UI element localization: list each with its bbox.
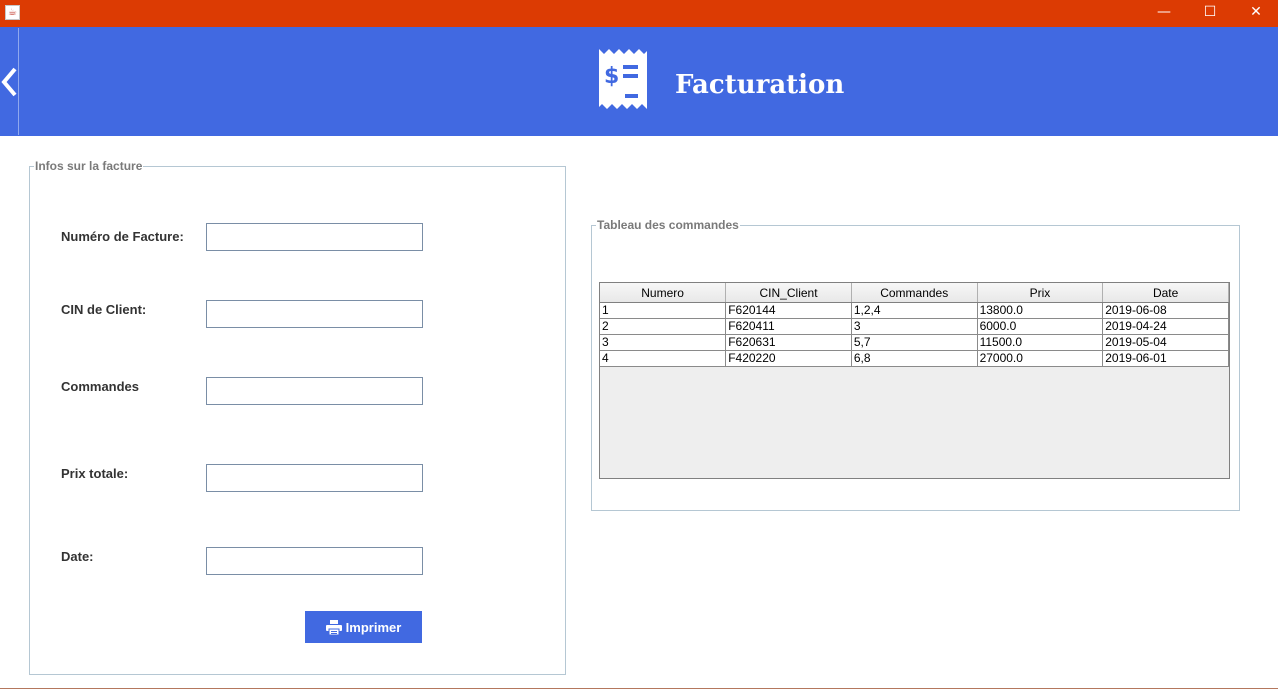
table-cell[interactable]: 27000.0 <box>977 350 1104 367</box>
table-cell[interactable]: 1,2,4 <box>851 302 978 319</box>
client-cin-input[interactable] <box>206 300 423 328</box>
table-cell[interactable]: 2019-05-04 <box>1102 334 1229 351</box>
table-cell[interactable]: F620411 <box>725 318 852 335</box>
window-bottom-border <box>0 688 1278 689</box>
table-cell[interactable]: 4 <box>600 350 727 367</box>
total-price-label: Prix totale: <box>61 466 129 481</box>
table-cell[interactable]: 5,7 <box>851 334 978 351</box>
orders-table-scrollpane[interactable]: Numero CIN_Client Commandes Prix Date 1 … <box>599 282 1230 479</box>
table-cell[interactable]: F620144 <box>725 302 852 319</box>
printer-icon <box>325 619 342 635</box>
table-row[interactable]: 2 F620411 3 6000.0 2019-04-24 <box>600 318 1229 335</box>
table-cell[interactable]: 6000.0 <box>977 318 1104 335</box>
column-header-commandes[interactable]: Commandes <box>851 283 978 303</box>
close-button[interactable]: ✕ <box>1233 0 1278 27</box>
page-title: Facturation <box>675 70 845 100</box>
table-cell[interactable]: 2019-04-24 <box>1102 318 1229 335</box>
column-header-cin-client[interactable]: CIN_Client <box>725 283 852 303</box>
table-cell[interactable]: 2 <box>600 318 727 335</box>
java-app-icon: ☕ <box>5 5 20 20</box>
receipt-dollar-icon: $ <box>599 49 647 109</box>
table-cell[interactable]: F620631 <box>725 334 852 351</box>
table-row[interactable]: 3 F620631 5,7 11500.0 2019-05-04 <box>600 334 1229 351</box>
chevron-left-icon <box>1 67 17 97</box>
table-cell[interactable]: 13800.0 <box>977 302 1104 319</box>
table-cell[interactable]: 6,8 <box>851 350 978 367</box>
table-cell[interactable]: 1 <box>600 302 727 319</box>
svg-text:$: $ <box>604 64 619 89</box>
column-header-prix[interactable]: Prix <box>977 283 1104 303</box>
table-cell[interactable]: 2019-06-01 <box>1102 350 1229 367</box>
print-button[interactable]: Imprimer <box>305 611 422 643</box>
table-cell[interactable]: F420220 <box>725 350 852 367</box>
table-header-row: Numero CIN_Client Commandes Prix Date <box>600 283 1229 303</box>
back-button[interactable] <box>0 28 19 135</box>
table-row[interactable]: 4 F420220 6,8 27000.0 2019-06-01 <box>600 350 1229 367</box>
date-label: Date: <box>61 549 94 564</box>
print-button-label: Imprimer <box>345 619 402 635</box>
orders-input[interactable] <box>206 377 423 405</box>
column-header-numero[interactable]: Numero <box>600 283 727 303</box>
window-titlebar: ☕ — ☐ ✕ <box>0 0 1278 27</box>
invoice-number-label: Numéro de Facture: <box>61 229 184 244</box>
invoice-number-input[interactable] <box>206 223 423 251</box>
orders-table[interactable]: Numero CIN_Client Commandes Prix Date 1 … <box>600 283 1229 367</box>
table-row[interactable]: 1 F620144 1,2,4 13800.0 2019-06-08 <box>600 302 1229 319</box>
client-cin-label: CIN de Client: <box>61 302 147 317</box>
column-header-date[interactable]: Date <box>1102 283 1229 303</box>
table-cell[interactable]: 3 <box>600 334 727 351</box>
orders-table-legend: Tableau des commandes <box>596 218 740 232</box>
date-input[interactable] <box>206 547 423 575</box>
total-price-input[interactable] <box>206 464 423 492</box>
orders-label: Commandes <box>61 379 140 394</box>
table-cell[interactable]: 2019-06-08 <box>1102 302 1229 319</box>
invoice-info-legend: Infos sur la facture <box>34 159 144 173</box>
minimize-button[interactable]: — <box>1141 0 1187 27</box>
table-cell[interactable]: 3 <box>851 318 978 335</box>
maximize-button[interactable]: ☐ <box>1187 0 1233 27</box>
table-cell[interactable]: 11500.0 <box>977 334 1104 351</box>
